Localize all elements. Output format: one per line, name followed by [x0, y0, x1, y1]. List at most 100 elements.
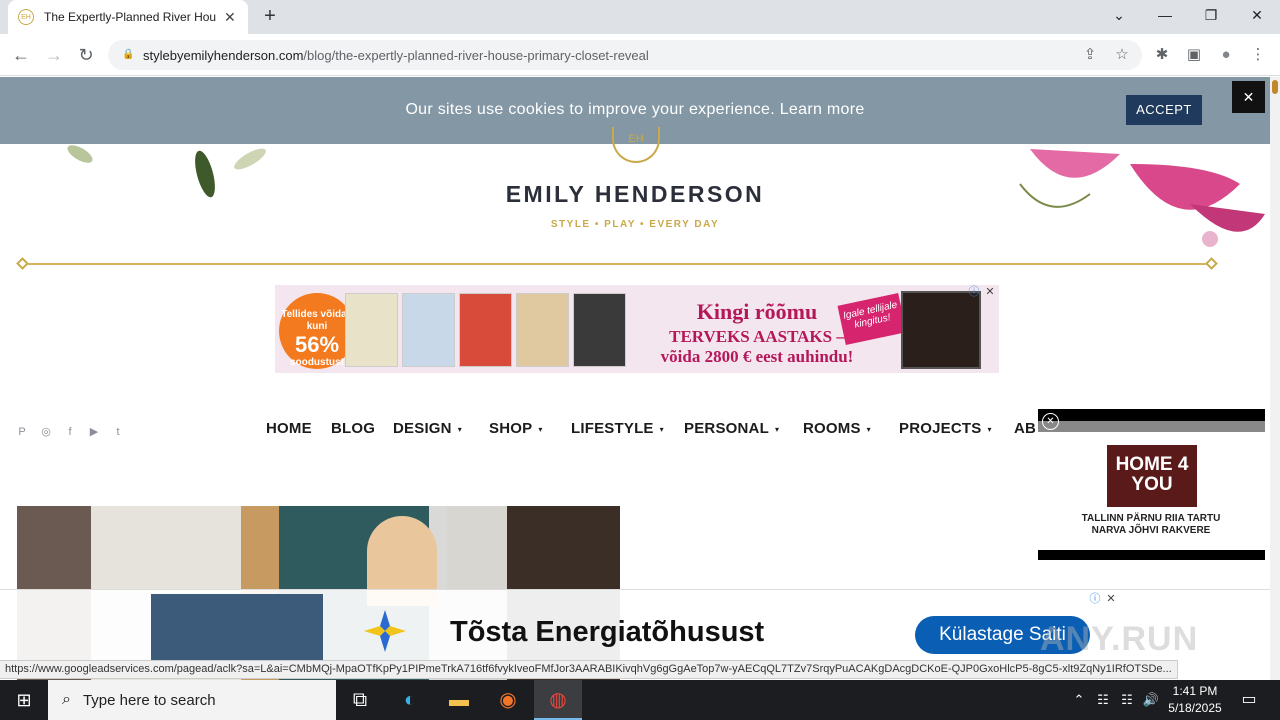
accept-cookies-button[interactable]: ACCEPT [1126, 95, 1202, 125]
new-tab-button[interactable]: + [258, 4, 282, 28]
favicon-icon: EH [18, 9, 34, 25]
video-close-icon[interactable]: ✕ [1042, 413, 1059, 430]
nav-shop-label: SHOP [489, 420, 533, 437]
home4you-logo: HOME 4 YOU [1107, 445, 1197, 507]
divider-ornament-left [16, 257, 29, 270]
gift-tag: Igale tellijale kingitus! [837, 292, 907, 346]
file-explorer-icon[interactable]: ▬ [435, 680, 483, 720]
learn-more-link[interactable]: Learn more [780, 101, 865, 118]
nav-lifestyle[interactable]: LIFESTYLE ▾ [571, 420, 664, 437]
nav-rooms[interactable]: ROOMS ▾ [803, 420, 871, 437]
magazine-ad-banner[interactable]: Tellides võidad kuni 56% soodustust King… [275, 285, 999, 373]
magazine-cover [345, 293, 398, 367]
watermark: ANY.RUN [1040, 620, 1199, 658]
close-banner-icon[interactable]: ✕ [1232, 81, 1265, 113]
notifications-icon[interactable]: ▭ [1240, 691, 1258, 709]
chrome-icon[interactable]: ◍ [534, 680, 582, 720]
tray-device-icon[interactable]: ☷ [1094, 691, 1112, 709]
ad-close-icon[interactable]: ✕ [983, 285, 997, 299]
ad-subtitle: TERVEKS AASTAKS – võida 2800 € eest auhi… [637, 327, 877, 367]
ad-cities: TALLINN PÄRNU RIIA TARTU NARVA JÕHVI RAK… [1081, 513, 1221, 536]
firefox-icon[interactable]: ◉ [484, 680, 532, 720]
ad-headline: Tõsta Energiatõhusust [450, 616, 765, 648]
search-icon: ⌕ [62, 691, 71, 708]
taskbar-search-box[interactable]: ⌕ Type here to search [48, 680, 336, 720]
facebook-icon[interactable]: f [64, 426, 76, 438]
lock-icon[interactable]: 🔒 [122, 49, 134, 61]
nav-blog[interactable]: BLOG [331, 420, 375, 437]
restore-button[interactable]: ❐ [1188, 0, 1234, 30]
ad-close-icon[interactable]: ✕ [1104, 592, 1118, 606]
windows-start-icon[interactable]: ⊞ [0, 680, 48, 720]
nav-design[interactable]: DESIGN ▾ [393, 420, 462, 437]
tab-search-icon[interactable]: ⌄ [1096, 0, 1142, 30]
magazine-cover [459, 293, 512, 367]
youtube-icon[interactable]: ▶ [88, 426, 100, 438]
profile-icon[interactable]: ● [1215, 44, 1237, 66]
forward-icon[interactable]: → [41, 42, 67, 68]
nav-shop[interactable]: SHOP ▾ [489, 420, 543, 437]
browser-tab[interactable]: EH The Expertly-Planned River Hou ✕ [8, 0, 248, 34]
logo-monogram[interactable]: EH [612, 127, 660, 163]
search-placeholder: Type here to search [82, 691, 216, 709]
side-panel-icon[interactable]: ▣ [1183, 44, 1205, 66]
tab-close-icon[interactable]: ✕ [224, 9, 236, 26]
nav-personal-label: PERSONAL [684, 420, 769, 437]
cookie-message-text: Our sites use cookies to improve your ex… [405, 101, 775, 118]
badge-bottom-text: soodustust [290, 357, 344, 368]
edge-icon[interactable]: ◐ [386, 680, 434, 720]
nav-about[interactable]: AB [1014, 420, 1036, 437]
nav-lifestyle-label: LIFESTYLE [571, 420, 654, 437]
address-bar[interactable]: 🔒 stylebyemilyhenderson.com/blog/the-exp… [108, 40, 1142, 70]
tray-arrow-icon[interactable]: ⌃ [1070, 691, 1088, 709]
adchoices-icon[interactable]: ⓘ [1088, 592, 1102, 606]
system-clock[interactable]: 1:41 PM 5/18/2025 [1160, 683, 1230, 717]
tab-title: The Expertly-Planned River Hou [44, 10, 216, 24]
chevron-down-icon: ▾ [866, 424, 871, 434]
nav-rooms-label: ROOMS [803, 420, 861, 437]
url-host: stylebyemilyhenderson.com [143, 47, 304, 63]
chrome-menu-icon[interactable]: ⋮ [1247, 44, 1269, 66]
site-logo[interactable]: EMILY HENDERSON [0, 181, 1270, 208]
share-icon[interactable]: ⇪ [1079, 44, 1101, 66]
magazine-cover [573, 293, 626, 367]
back-icon[interactable]: ← [8, 42, 34, 68]
adchoices-icon[interactable]: ⓘ [967, 285, 981, 299]
gold-divider [22, 263, 1212, 265]
pinterest-icon[interactable]: P [16, 426, 28, 438]
chevron-down-icon: ▾ [457, 424, 462, 434]
magazine-cover [516, 293, 569, 367]
clock-time: 1:41 PM [1172, 684, 1218, 698]
reload-icon[interactable]: ↻ [73, 42, 99, 68]
cookie-message: Our sites use cookies to improve your ex… [0, 101, 1270, 119]
task-view-icon[interactable]: ⧉ [336, 680, 384, 720]
status-bar-url: https://www.googleadservices.com/pagead/… [0, 660, 1178, 679]
book-image [901, 291, 981, 369]
nav-personal[interactable]: PERSONAL ▾ [684, 420, 779, 437]
chevron-down-icon: ▾ [659, 424, 664, 434]
network-icon[interactable]: ☷ [1118, 691, 1136, 709]
taskbar: ⊞ ⌕ Type here to search ⧉ ◐ ▬ ◉ ◍ ⌃ ☷ ☷ … [0, 680, 1280, 720]
video-progress-bar [1038, 421, 1265, 432]
instagram-icon[interactable]: ◎ [40, 426, 52, 438]
ad-subtitle-line2: võida 2800 € eest auhindu! [660, 347, 854, 366]
bookmark-star-icon[interactable]: ☆ [1111, 44, 1133, 66]
discount-badge: Tellides võidad kuni 56% soodustust [279, 293, 355, 369]
video-ad[interactable]: ✕ HOME 4 YOU TALLINN PÄRNU RIIA TARTU NA… [1038, 409, 1265, 560]
nav-projects-label: PROJECTS [899, 420, 982, 437]
close-window-button[interactable]: ✕ [1234, 0, 1280, 30]
minimize-button[interactable]: — [1142, 0, 1188, 30]
nav-projects[interactable]: PROJECTS ▾ [899, 420, 992, 437]
scrollbar[interactable] [1270, 77, 1280, 680]
twitter-icon[interactable]: t [112, 426, 124, 438]
badge-percent: 56% [294, 332, 340, 357]
tab-strip: EH The Expertly-Planned River Hou ✕ + ⌄ … [0, 0, 1280, 34]
scrollbar-thumb[interactable] [1272, 80, 1278, 94]
chevron-down-icon: ▾ [774, 424, 780, 434]
magazine-cover [402, 293, 455, 367]
site-tagline: STYLE • PLAY • EVERY DAY [550, 219, 720, 230]
clock-date: 5/18/2025 [1168, 701, 1222, 715]
volume-icon[interactable]: 🔊 [1142, 691, 1160, 709]
extensions-icon[interactable]: ✱ [1151, 44, 1173, 66]
nav-home[interactable]: HOME [266, 420, 312, 437]
